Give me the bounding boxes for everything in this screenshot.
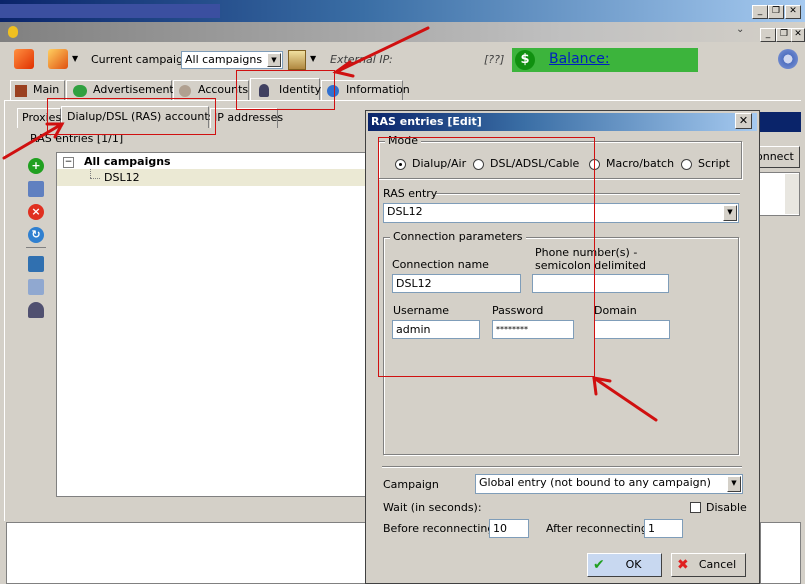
arrow-to-subtab bbox=[2, 122, 64, 160]
annotation-arrows bbox=[2, 26, 658, 422]
arrow-to-identity bbox=[334, 26, 430, 74]
arrow-to-dialog bbox=[592, 376, 658, 422]
